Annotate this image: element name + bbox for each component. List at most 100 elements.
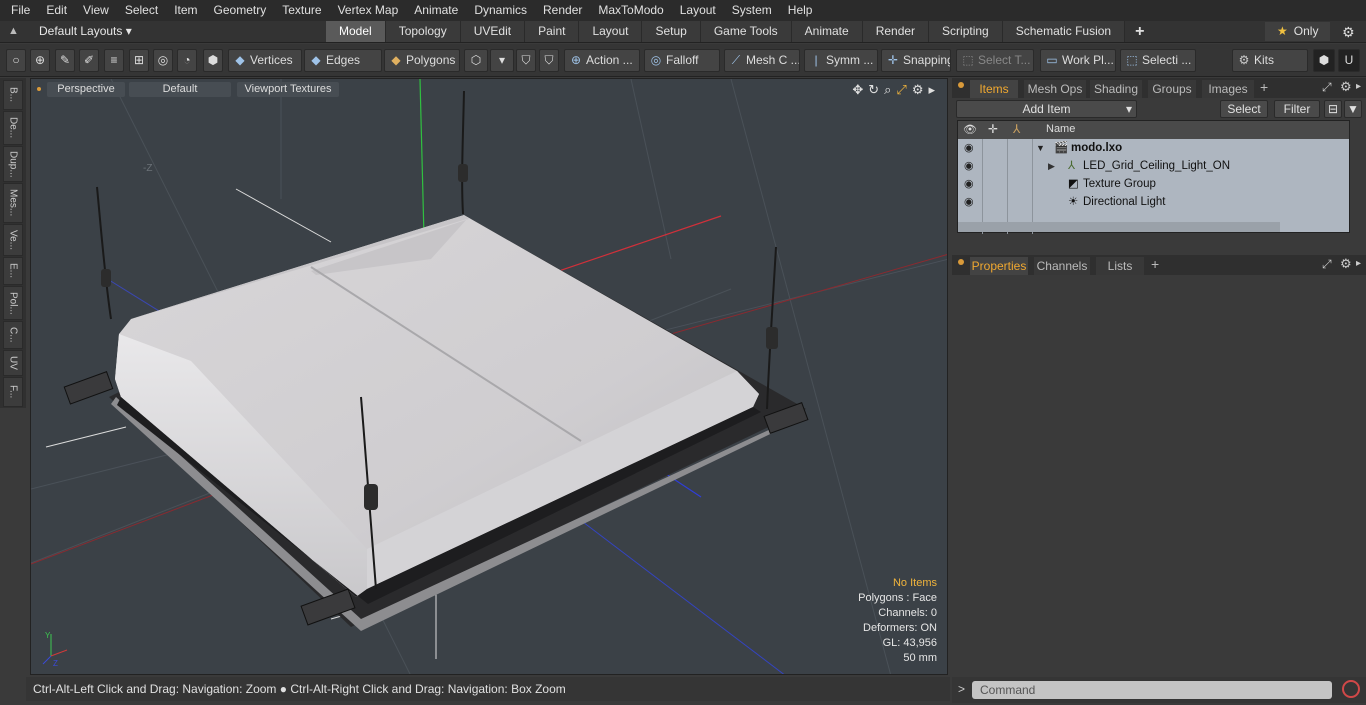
- unity-icon[interactable]: ⬢: [1313, 49, 1335, 72]
- menu-vertex-map[interactable]: Vertex Map: [330, 0, 407, 21]
- circle-select-icon[interactable]: ○: [6, 49, 26, 72]
- viewport-textures-button[interactable]: Viewport Textures: [237, 82, 339, 97]
- menu-dynamics[interactable]: Dynamics: [466, 0, 535, 21]
- work-plane-button[interactable]: ▭ Work Pl...: [1040, 49, 1116, 72]
- item-row-scene[interactable]: ◉ ▼ 🎬 modo.lxo: [958, 139, 1349, 157]
- tab-scripting[interactable]: Scripting: [929, 21, 1003, 42]
- add-item-button[interactable]: Add Item ▾: [956, 100, 1137, 118]
- selection-sets-button[interactable]: ⬚ Selecti ...: [1120, 49, 1196, 72]
- polygons-button[interactable]: ◆ Polygons: [384, 49, 460, 72]
- tab-game-tools[interactable]: Game Tools: [700, 21, 792, 42]
- item-row-directional-light[interactable]: ◉ ☀ Directional Light: [958, 193, 1349, 211]
- target-icon[interactable]: ◎: [153, 49, 173, 72]
- pen-icon[interactable]: ✎: [55, 49, 75, 72]
- eye-icon[interactable]: ◉: [964, 139, 976, 157]
- material-mode-icon[interactable]: ⬡: [464, 49, 488, 72]
- gear-icon[interactable]: ⚙: [1342, 24, 1355, 41]
- vertices-button[interactable]: ◆ Vertices: [228, 49, 302, 72]
- zoom-view-icon[interactable]: ⌕: [884, 82, 891, 98]
- tab-properties[interactable]: Properties: [970, 257, 1028, 275]
- tab-model[interactable]: Model: [326, 21, 386, 42]
- snapping-button[interactable]: ✛ Snapping: [881, 49, 951, 72]
- menu-texture[interactable]: Texture: [274, 0, 329, 21]
- viewport-gear-icon[interactable]: ⚙: [912, 82, 924, 98]
- left-tab-duplicate[interactable]: Dup...: [3, 146, 23, 182]
- action-center-button[interactable]: ⊕ Action ...: [564, 49, 640, 72]
- tab-layout[interactable]: Layout: [579, 21, 643, 42]
- panel-gear-icon[interactable]: ⚙: [1340, 79, 1352, 95]
- align-icon[interactable]: ≡: [104, 49, 124, 72]
- symmetry-button[interactable]: | Symm ...: [804, 49, 878, 72]
- command-input[interactable]: Command: [972, 681, 1332, 699]
- menu-file[interactable]: File: [0, 0, 38, 21]
- left-tab-edge[interactable]: E...: [3, 257, 23, 285]
- item-row-texture-group[interactable]: ◉ ◩ Texture Group: [958, 175, 1349, 193]
- record-icon[interactable]: [1342, 680, 1360, 698]
- mesh-constraint-button[interactable]: ⟋ Mesh C ...: [724, 49, 800, 72]
- item-row-mesh[interactable]: ◉ ▶ ⅄ LED_Grid_Ceiling_Light_ON: [958, 157, 1349, 175]
- filter-button[interactable]: Filter: [1274, 100, 1320, 118]
- left-tab-uv[interactable]: UV: [3, 350, 23, 376]
- menu-maxtomodo[interactable]: MaxToModo: [590, 0, 671, 21]
- select-through-button[interactable]: ⬚ Select T...: [956, 49, 1034, 72]
- symmetry-shield-icon[interactable]: ⛉: [516, 49, 536, 72]
- menu-help[interactable]: Help: [780, 0, 821, 21]
- kits-button[interactable]: ⚙ Kits: [1232, 49, 1308, 72]
- tab-images[interactable]: Images: [1202, 80, 1254, 98]
- panel-menu-arrow-icon[interactable]: ▸: [1356, 81, 1361, 92]
- filter-funnel-icon[interactable]: ▼: [1344, 100, 1362, 118]
- item-mode-icon[interactable]: ⬢: [203, 49, 223, 72]
- tab-groups[interactable]: Groups: [1148, 80, 1196, 98]
- menu-item[interactable]: Item: [166, 0, 205, 21]
- clock-icon[interactable]: ◔: [177, 49, 197, 72]
- left-tab-deform[interactable]: De...: [3, 111, 23, 145]
- edges-button[interactable]: ◆ Edges: [304, 49, 382, 72]
- left-tab-polygon[interactable]: Pol...: [3, 286, 23, 320]
- move-view-icon[interactable]: ✥: [852, 82, 863, 98]
- menu-view[interactable]: View: [75, 0, 117, 21]
- rotate-view-icon[interactable]: ↻: [868, 82, 879, 98]
- left-tab-vertex[interactable]: Ve...: [3, 224, 23, 256]
- perspective-button[interactable]: Perspective: [47, 82, 125, 97]
- menu-select[interactable]: Select: [117, 0, 166, 21]
- left-tab-curve[interactable]: C...: [3, 321, 23, 349]
- shading-default-button[interactable]: Default: [129, 82, 231, 97]
- horizontal-scrollbar[interactable]: [958, 222, 1280, 232]
- select-button[interactable]: Select: [1220, 100, 1268, 118]
- panel-gear-icon[interactable]: ⚙: [1340, 256, 1352, 272]
- viewport-menu-arrow-icon[interactable]: ▸: [928, 82, 935, 98]
- panel-menu-arrow-icon[interactable]: ▸: [1356, 258, 1361, 269]
- tab-schematic-fusion[interactable]: Schematic Fusion: [1002, 21, 1126, 42]
- eye-icon[interactable]: ◉: [964, 193, 976, 211]
- panel-expand-icon[interactable]: ⤢: [1322, 80, 1332, 95]
- menu-system[interactable]: System: [724, 0, 780, 21]
- tab-render[interactable]: Render: [862, 21, 930, 42]
- expand-arrow-icon[interactable]: ▼: [1036, 139, 1045, 157]
- panel-expand-icon[interactable]: ⤢: [1322, 257, 1332, 272]
- unreal-icon[interactable]: U: [1338, 49, 1360, 72]
- tab-paint[interactable]: Paint: [525, 21, 580, 42]
- menu-layout[interactable]: Layout: [672, 0, 724, 21]
- brush-icon[interactable]: ✐: [79, 49, 99, 72]
- tab-mesh-ops[interactable]: Mesh Ops: [1024, 80, 1086, 98]
- add-panel-tab-icon[interactable]: +: [1151, 256, 1159, 272]
- add-tab-icon[interactable]: +: [1125, 21, 1154, 42]
- tab-shading[interactable]: Shading: [1090, 80, 1142, 98]
- tab-lists[interactable]: Lists: [1096, 257, 1144, 275]
- tab-animate[interactable]: Animate: [791, 21, 863, 42]
- tab-items[interactable]: Items: [970, 80, 1018, 98]
- layout-selector[interactable]: Default Layouts ▾: [39, 24, 132, 38]
- maximize-icon[interactable]: ⤢: [896, 82, 906, 98]
- only-toggle[interactable]: ★ Only: [1265, 22, 1330, 41]
- eye-icon[interactable]: ◉: [964, 157, 976, 175]
- menu-render[interactable]: Render: [535, 0, 590, 21]
- falloff-button[interactable]: ◎ Falloff: [644, 49, 720, 72]
- menu-geometry[interactable]: Geometry: [206, 0, 275, 21]
- collapse-icon[interactable]: ⊟: [1324, 100, 1342, 118]
- tab-uvedit[interactable]: UVEdit: [460, 21, 526, 42]
- menu-animate[interactable]: Animate: [406, 0, 466, 21]
- collapse-arrow-icon[interactable]: ▶: [1048, 157, 1055, 175]
- tab-channels[interactable]: Channels: [1034, 257, 1090, 275]
- menu-edit[interactable]: Edit: [38, 0, 75, 21]
- shield-icon[interactable]: ⛉: [539, 49, 559, 72]
